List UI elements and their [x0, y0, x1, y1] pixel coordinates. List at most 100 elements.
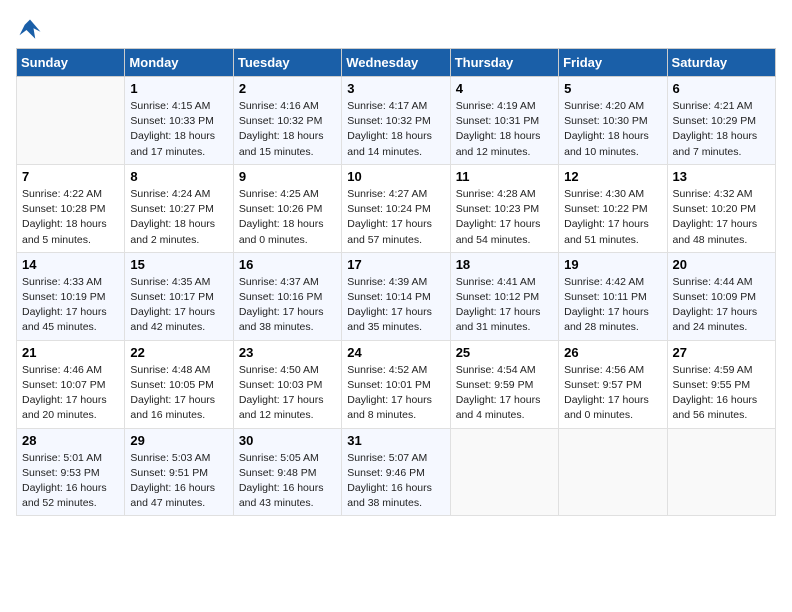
calendar-cell: 24 Sunrise: 4:52 AMSunset: 10:01 PMDaylig…	[342, 340, 450, 428]
day-info: Sunrise: 4:39 AMSunset: 10:14 PMDaylight…	[347, 275, 444, 336]
calendar-cell: 6 Sunrise: 4:21 AMSunset: 10:29 PMDayligh…	[667, 77, 775, 165]
day-number: 20	[673, 257, 770, 272]
calendar-cell: 21Sunrise: 4:46 AMSunset: 10:07 PMDaylig…	[17, 340, 125, 428]
day-number: 24	[347, 345, 444, 360]
day-number: 14	[22, 257, 119, 272]
day-number: 2	[239, 81, 336, 96]
day-info: Sunrise: 4:22 AMSunset: 10:28 PMDaylight…	[22, 187, 119, 248]
calendar-cell: 3 Sunrise: 4:17 AMSunset: 10:32 PMDayligh…	[342, 77, 450, 165]
day-number: 27	[673, 345, 770, 360]
header-day-wednesday: Wednesday	[342, 49, 450, 77]
day-number: 10	[347, 169, 444, 184]
calendar-cell: 13Sunrise: 4:32 AMSunset: 10:20 PMDaylig…	[667, 164, 775, 252]
day-number: 7	[22, 169, 119, 184]
header-day-monday: Monday	[125, 49, 233, 77]
calendar-cell: 29 Sunrise: 5:03 AMSunset: 9:51 PMDayligh…	[125, 428, 233, 516]
day-number: 3	[347, 81, 444, 96]
day-number: 23	[239, 345, 336, 360]
calendar-cell: 22 Sunrise: 4:48 AMSunset: 10:05 PMDaylig…	[125, 340, 233, 428]
day-number: 25	[456, 345, 553, 360]
day-info: Sunrise: 4:41 AMSunset: 10:12 PMDaylight…	[456, 275, 553, 336]
day-number: 15	[130, 257, 227, 272]
calendar-cell: 7 Sunrise: 4:22 AMSunset: 10:28 PMDayligh…	[17, 164, 125, 252]
calendar-cell: 11 Sunrise: 4:28 AMSunset: 10:23 PMDaylig…	[450, 164, 558, 252]
calendar-week-4: 21Sunrise: 4:46 AMSunset: 10:07 PMDaylig…	[17, 340, 776, 428]
calendar-header: SundayMondayTuesdayWednesdayThursdayFrid…	[17, 49, 776, 77]
day-number: 11	[456, 169, 553, 184]
day-number: 12	[564, 169, 661, 184]
calendar-cell: 31 Sunrise: 5:07 AMSunset: 9:46 PMDayligh…	[342, 428, 450, 516]
calendar-body: 1 Sunrise: 4:15 AMSunset: 10:33 PMDayligh…	[17, 77, 776, 516]
day-number: 16	[239, 257, 336, 272]
header-day-tuesday: Tuesday	[233, 49, 341, 77]
header-day-sunday: Sunday	[17, 49, 125, 77]
calendar-week-2: 7 Sunrise: 4:22 AMSunset: 10:28 PMDayligh…	[17, 164, 776, 252]
day-info: Sunrise: 4:16 AMSunset: 10:32 PMDaylight…	[239, 99, 336, 160]
day-info: Sunrise: 5:07 AMSunset: 9:46 PMDaylight:…	[347, 451, 444, 512]
day-number: 26	[564, 345, 661, 360]
calendar-cell: 10 Sunrise: 4:27 AMSunset: 10:24 PMDaylig…	[342, 164, 450, 252]
day-info: Sunrise: 5:05 AMSunset: 9:48 PMDaylight:…	[239, 451, 336, 512]
day-number: 31	[347, 433, 444, 448]
day-info: Sunrise: 4:21 AMSunset: 10:29 PMDaylight…	[673, 99, 770, 160]
day-number: 28	[22, 433, 119, 448]
day-info: Sunrise: 4:59 AMSunset: 9:55 PMDaylight:…	[673, 363, 770, 424]
calendar-cell: 12Sunrise: 4:30 AMSunset: 10:22 PMDaylig…	[559, 164, 667, 252]
day-info: Sunrise: 4:25 AMSunset: 10:26 PMDaylight…	[239, 187, 336, 248]
calendar-cell: 2 Sunrise: 4:16 AMSunset: 10:32 PMDayligh…	[233, 77, 341, 165]
day-info: Sunrise: 4:48 AMSunset: 10:05 PMDaylight…	[130, 363, 227, 424]
calendar-week-1: 1 Sunrise: 4:15 AMSunset: 10:33 PMDayligh…	[17, 77, 776, 165]
calendar-cell	[559, 428, 667, 516]
calendar-cell: 20Sunrise: 4:44 AMSunset: 10:09 PMDaylig…	[667, 252, 775, 340]
day-number: 19	[564, 257, 661, 272]
day-number: 18	[456, 257, 553, 272]
day-number: 30	[239, 433, 336, 448]
day-number: 8	[130, 169, 227, 184]
day-info: Sunrise: 5:01 AMSunset: 9:53 PMDaylight:…	[22, 451, 119, 512]
calendar-cell: 5 Sunrise: 4:20 AMSunset: 10:30 PMDayligh…	[559, 77, 667, 165]
day-info: Sunrise: 5:03 AMSunset: 9:51 PMDaylight:…	[130, 451, 227, 512]
calendar-cell: 15 Sunrise: 4:35 AMSunset: 10:17 PMDaylig…	[125, 252, 233, 340]
calendar-cell: 14Sunrise: 4:33 AMSunset: 10:19 PMDaylig…	[17, 252, 125, 340]
day-info: Sunrise: 4:24 AMSunset: 10:27 PMDaylight…	[130, 187, 227, 248]
day-info: Sunrise: 4:28 AMSunset: 10:23 PMDaylight…	[456, 187, 553, 248]
logo	[16, 16, 48, 44]
calendar-cell: 28 Sunrise: 5:01 AMSunset: 9:53 PMDayligh…	[17, 428, 125, 516]
calendar-cell: 8 Sunrise: 4:24 AMSunset: 10:27 PMDayligh…	[125, 164, 233, 252]
calendar-cell	[667, 428, 775, 516]
day-number: 17	[347, 257, 444, 272]
page-header	[16, 16, 776, 44]
calendar-cell	[450, 428, 558, 516]
day-info: Sunrise: 4:32 AMSunset: 10:20 PMDaylight…	[673, 187, 770, 248]
calendar-cell: 16Sunrise: 4:37 AMSunset: 10:16 PMDaylig…	[233, 252, 341, 340]
calendar-week-3: 14Sunrise: 4:33 AMSunset: 10:19 PMDaylig…	[17, 252, 776, 340]
day-info: Sunrise: 4:17 AMSunset: 10:32 PMDaylight…	[347, 99, 444, 160]
calendar-cell: 30 Sunrise: 5:05 AMSunset: 9:48 PMDayligh…	[233, 428, 341, 516]
day-info: Sunrise: 4:20 AMSunset: 10:30 PMDaylight…	[564, 99, 661, 160]
day-number: 22	[130, 345, 227, 360]
day-info: Sunrise: 4:56 AMSunset: 9:57 PMDaylight:…	[564, 363, 661, 424]
header-row: SundayMondayTuesdayWednesdayThursdayFrid…	[17, 49, 776, 77]
calendar-cell: 19Sunrise: 4:42 AMSunset: 10:11 PMDaylig…	[559, 252, 667, 340]
day-number: 5	[564, 81, 661, 96]
calendar-cell: 26 Sunrise: 4:56 AMSunset: 9:57 PMDayligh…	[559, 340, 667, 428]
calendar-week-5: 28 Sunrise: 5:01 AMSunset: 9:53 PMDayligh…	[17, 428, 776, 516]
day-info: Sunrise: 4:52 AMSunset: 10:01 PMDaylight…	[347, 363, 444, 424]
day-number: 4	[456, 81, 553, 96]
day-info: Sunrise: 4:35 AMSunset: 10:17 PMDaylight…	[130, 275, 227, 336]
header-day-saturday: Saturday	[667, 49, 775, 77]
calendar-cell: 23Sunrise: 4:50 AMSunset: 10:03 PMDaylig…	[233, 340, 341, 428]
day-number: 9	[239, 169, 336, 184]
day-info: Sunrise: 4:54 AMSunset: 9:59 PMDaylight:…	[456, 363, 553, 424]
calendar-cell: 18 Sunrise: 4:41 AMSunset: 10:12 PMDaylig…	[450, 252, 558, 340]
calendar-cell: 27 Sunrise: 4:59 AMSunset: 9:55 PMDayligh…	[667, 340, 775, 428]
day-number: 6	[673, 81, 770, 96]
day-number: 29	[130, 433, 227, 448]
day-info: Sunrise: 4:15 AMSunset: 10:33 PMDaylight…	[130, 99, 227, 160]
day-number: 1	[130, 81, 227, 96]
calendar-table: SundayMondayTuesdayWednesdayThursdayFrid…	[16, 48, 776, 516]
calendar-cell: 1 Sunrise: 4:15 AMSunset: 10:33 PMDayligh…	[125, 77, 233, 165]
day-info: Sunrise: 4:46 AMSunset: 10:07 PMDaylight…	[22, 363, 119, 424]
day-info: Sunrise: 4:27 AMSunset: 10:24 PMDaylight…	[347, 187, 444, 248]
calendar-cell: 4Sunrise: 4:19 AMSunset: 10:31 PMDayligh…	[450, 77, 558, 165]
